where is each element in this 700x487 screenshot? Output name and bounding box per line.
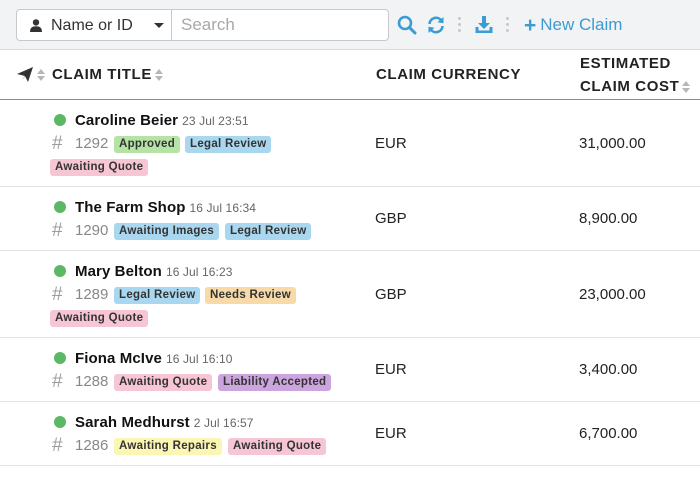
- estimated-claim-cost: 6,700.00: [579, 425, 638, 442]
- estimated-claim-cost: 31,000.00: [579, 135, 646, 152]
- paper-plane-icon[interactable]: [17, 67, 33, 82]
- claim-timestamp: 2 Jul 16:57: [193, 416, 254, 430]
- search-icon[interactable]: [397, 15, 417, 35]
- claim-currency: GBP: [375, 286, 407, 303]
- claimant-name: Sarah Medhurst: [75, 414, 190, 431]
- estimated-claim-cost: 23,000.00: [579, 286, 646, 303]
- status-dot-icon: [54, 416, 66, 428]
- claimant-name: Fiona McIve: [75, 350, 162, 367]
- filter-field-select[interactable]: Name or ID: [16, 9, 172, 41]
- estimated-claim-cost: 8,900.00: [579, 210, 638, 227]
- claim-title[interactable]: The Farm Shop 16 Jul 16:34: [75, 199, 256, 216]
- toolbar-separator: [506, 17, 509, 32]
- tag-badge: Awaiting Quote: [50, 159, 149, 176]
- person-icon: [30, 19, 42, 32]
- claim-title[interactable]: Mary Belton 16 Jul 16:23: [75, 263, 233, 280]
- tag-badge: Liability Accepted: [218, 374, 332, 391]
- claim-currency: EUR: [375, 425, 407, 442]
- tag-badge: Legal Review: [185, 136, 272, 153]
- claimant-name: Mary Belton: [75, 263, 162, 280]
- claim-currency: EUR: [375, 135, 407, 152]
- column-header-label: CLAIM TITLE: [52, 66, 152, 83]
- status-dot-icon: [54, 201, 66, 213]
- sort-icon: [154, 69, 163, 82]
- claim-id: 1288: [75, 373, 109, 390]
- claimant-name: The Farm Shop: [75, 199, 186, 216]
- tag-badge: Needs Review: [205, 287, 296, 304]
- toolbar-separator: [458, 17, 461, 32]
- estimated-claim-cost: 3,400.00: [579, 361, 638, 378]
- table-row[interactable]: Caroline Beier 23 Jul 23:51 # 1292 Approv…: [0, 100, 700, 187]
- claim-id: 1286: [75, 437, 109, 454]
- column-header-estimated-claim-cost[interactable]: CLAIM COST: [580, 78, 691, 95]
- claim-timestamp: 16 Jul 16:10: [165, 352, 233, 366]
- column-header-claim-currency[interactable]: CLAIM CURRENCY: [376, 66, 521, 83]
- tag-badge: Legal Review: [114, 287, 201, 304]
- download-icon[interactable]: [474, 15, 494, 35]
- hash-icon: #: [52, 220, 63, 241]
- filter-field-label: Name or ID: [51, 17, 133, 34]
- tag-badge: Approved: [114, 136, 181, 153]
- claim-title[interactable]: Fiona McIve 16 Jul 16:10: [75, 350, 233, 367]
- claim-title[interactable]: Sarah Medhurst 2 Jul 16:57: [75, 414, 254, 431]
- sort-icon: [682, 81, 691, 94]
- tag-badge: Awaiting Quote: [228, 438, 327, 455]
- hash-icon: #: [52, 435, 63, 456]
- claim-currency: EUR: [375, 361, 407, 378]
- status-dot-icon: [54, 352, 66, 364]
- toolbar: Name or ID + New Claim: [0, 0, 700, 50]
- search-input[interactable]: [171, 9, 389, 41]
- claim-id: 1290: [75, 222, 109, 239]
- status-dot-icon: [54, 265, 66, 277]
- claim-title[interactable]: Caroline Beier 23 Jul 23:51: [75, 112, 249, 129]
- chevron-down-icon: [154, 23, 164, 28]
- claim-timestamp: 16 Jul 16:23: [165, 265, 233, 279]
- table-row[interactable]: The Farm Shop 16 Jul 16:34 # 1290 Awaitin…: [0, 187, 700, 251]
- sort-icon[interactable]: [37, 69, 45, 81]
- column-header-label: CLAIM COST: [580, 78, 680, 95]
- tag-badge: Awaiting Images: [114, 223, 220, 240]
- claim-currency: GBP: [375, 210, 407, 227]
- tag-badge: Awaiting Quote: [114, 374, 213, 391]
- tag-badge: Legal Review: [225, 223, 312, 240]
- new-claim-label: New Claim: [540, 15, 623, 34]
- hash-icon: #: [52, 133, 63, 154]
- tag-badge: Awaiting Repairs: [114, 438, 222, 455]
- refresh-icon[interactable]: [426, 15, 446, 35]
- table-header: CLAIM TITLE CLAIM CURRENCY ESTIMATED CLA…: [0, 50, 700, 100]
- hash-icon: #: [52, 284, 63, 305]
- column-header-claim-title[interactable]: CLAIM TITLE: [52, 66, 163, 83]
- new-claim-button[interactable]: + New Claim: [524, 13, 622, 37]
- claimant-name: Caroline Beier: [75, 112, 179, 129]
- table-row[interactable]: Fiona McIve 16 Jul 16:10 # 1288 Awaiting …: [0, 338, 700, 402]
- claim-timestamp: 23 Jul 23:51: [182, 114, 249, 128]
- table-row[interactable]: Sarah Medhurst 2 Jul 16:57 # 1286 Awaitin…: [0, 402, 700, 466]
- plus-icon: +: [524, 13, 537, 37]
- claim-timestamp: 16 Jul 16:34: [189, 201, 257, 215]
- table-row[interactable]: Mary Belton 16 Jul 16:23 # 1289 Legal Rev…: [0, 251, 700, 338]
- claim-id: 1289: [75, 286, 109, 303]
- status-dot-icon: [54, 114, 66, 126]
- claim-id: 1292: [75, 135, 109, 152]
- tag-badge: Awaiting Quote: [50, 310, 149, 327]
- hash-icon: #: [52, 371, 63, 392]
- column-header-estimated-label: ESTIMATED: [580, 55, 671, 72]
